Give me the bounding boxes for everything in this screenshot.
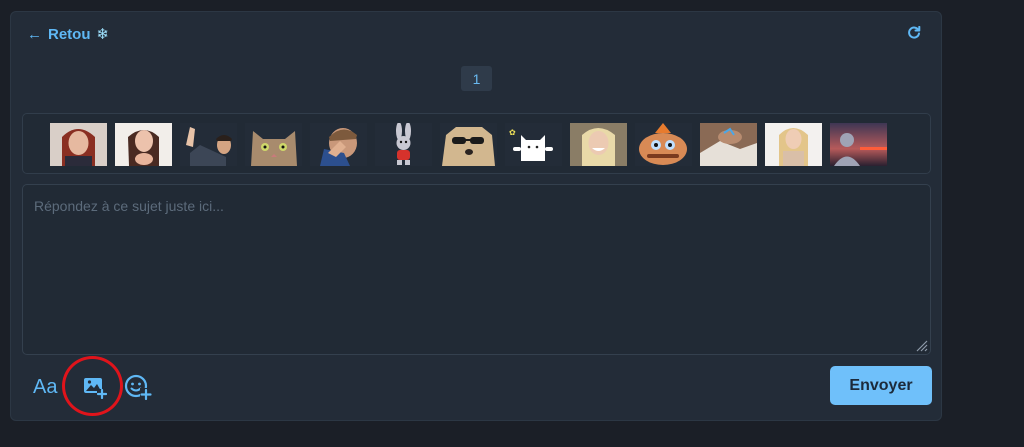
refresh-icon[interactable]: [905, 24, 923, 42]
emoji-add-icon[interactable]: [124, 374, 152, 401]
svg-text:✿: ✿: [509, 128, 516, 137]
text-format-button[interactable]: Aa: [33, 376, 57, 399]
reply-input[interactable]: [23, 185, 930, 354]
back-label: Retou: [48, 25, 91, 43]
sticker-cat[interactable]: [245, 123, 302, 166]
sticker-woman-blonde[interactable]: [765, 123, 822, 166]
sticker-white-cat-cartoon[interactable]: ✿: [505, 123, 562, 166]
arrow-left-icon: ←: [27, 25, 42, 43]
reply-panel: ← Retou ❄ 1 ✿ Répondez à ce sujet juste …: [10, 11, 942, 421]
sticker-girl-redhair[interactable]: [50, 123, 107, 166]
pagination-current-page[interactable]: 1: [461, 66, 492, 91]
sticker-sunset-silhouette[interactable]: [830, 123, 887, 166]
sticker-boy-facepalm[interactable]: [310, 123, 367, 166]
sticker-dog-sunglasses[interactable]: [440, 123, 497, 166]
resize-grip-icon[interactable]: [914, 338, 928, 352]
snowflake-icon: ❄: [96, 25, 110, 43]
sticker-girl-heart-hands[interactable]: [115, 123, 172, 166]
back-link[interactable]: ← Retou ❄: [27, 24, 109, 44]
sticker-cartoon-face[interactable]: [635, 123, 692, 166]
send-button[interactable]: Envoyer: [830, 366, 932, 405]
highlight-circle: [62, 356, 123, 416]
sticker-woman-laughing[interactable]: [570, 123, 627, 166]
sticker-man-waving[interactable]: [180, 123, 237, 166]
sticker-bar: ✿: [22, 113, 931, 174]
reply-box: [22, 184, 931, 355]
sticker-hands-blanket[interactable]: [700, 123, 757, 166]
sticker-cartoon-bunny[interactable]: [375, 123, 432, 166]
